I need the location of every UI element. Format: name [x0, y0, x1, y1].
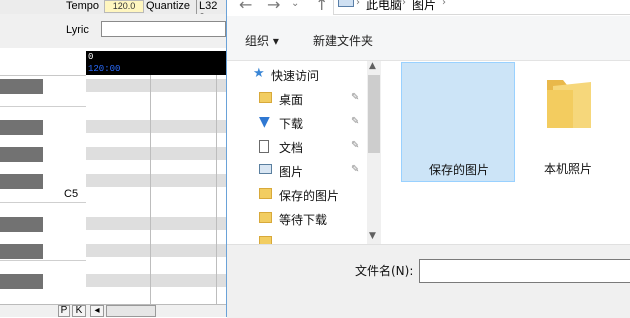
nav-item-label: 桌面 [279, 93, 304, 107]
nav-item-saved-pictures[interactable]: 保存的图片 [241, 184, 379, 206]
dialog-footer: 文件名(N): [227, 244, 630, 318]
nav-item-desktop[interactable]: 桌面 ✎ [241, 88, 379, 110]
black-key[interactable] [0, 244, 43, 259]
lyric-input[interactable] [101, 21, 226, 37]
pin-icon: ✎ [351, 140, 360, 151]
piano-roll-window: Tempo 120.0 Quantize L32 3 Lyric C5 0 12… [0, 0, 226, 317]
nav-pane-scrollbar[interactable]: ▲ ▼ [367, 61, 381, 244]
pin-icon: ✎ [351, 164, 360, 175]
nav-item-label: 保存的图片 [279, 189, 340, 203]
p-button[interactable]: P [58, 305, 70, 317]
lyric-label: Lyric [66, 24, 89, 36]
folder-icon [547, 80, 591, 128]
measure-number: 0 [88, 52, 94, 62]
tempo-marker: 120:00 [88, 64, 121, 74]
breadcrumb-separator-icon: › [356, 0, 360, 8]
k-button[interactable]: K [72, 305, 86, 317]
nav-item-label: 文档 [279, 141, 304, 155]
picture-icon [259, 164, 272, 174]
nav-item-downloads[interactable]: ▼ 下载 ✎ [241, 112, 379, 134]
filename-label: 文件名(N): [355, 264, 414, 278]
breadcrumb-separator-icon: › [442, 0, 446, 8]
note-label-c5: C5 [64, 188, 79, 200]
tempo-label: Tempo [66, 0, 100, 12]
download-icon: ▼ [259, 114, 270, 130]
back-arrow-icon[interactable]: ← [239, 0, 252, 14]
scroll-left-button[interactable]: ◂ [90, 305, 104, 317]
beat-line [150, 75, 151, 304]
nav-item-pending-downloads[interactable]: 等待下载 [241, 208, 379, 230]
grid-row-black [86, 120, 226, 133]
piano-bottom-bar: P K ◂ [0, 304, 226, 317]
nav-item-partial[interactable] [241, 232, 379, 244]
command-bar: 组织 ▾ 新建文件夹 [227, 16, 630, 61]
black-key[interactable] [0, 174, 43, 189]
document-icon [259, 140, 269, 153]
folder-icon [259, 236, 272, 244]
black-key[interactable] [0, 120, 43, 135]
nav-item-label: 图片 [279, 165, 304, 179]
key-divider [0, 106, 86, 107]
lyric-row: Lyric [0, 14, 226, 48]
folder-icon [259, 92, 272, 103]
nav-item-quick-access[interactable]: ★ 快速访问 [241, 64, 379, 86]
file-item-label: 保存的图片 [428, 163, 489, 177]
black-key[interactable] [0, 79, 43, 94]
organize-button[interactable]: 组织 ▾ [245, 32, 279, 49]
grid-row-black [86, 244, 226, 257]
beat-line [216, 75, 217, 304]
address-bar[interactable]: › 此电脑 › 图片 › [333, 0, 630, 15]
grid-row-black [86, 274, 226, 287]
piano-toolbar: Tempo 120.0 Quantize L32 3 [0, 0, 226, 24]
file-list: 保存的图片 本机照片 [383, 61, 630, 244]
grid-row-black [86, 79, 226, 92]
up-arrow-icon[interactable]: ↑ [315, 0, 328, 14]
file-item-label: 本机照片 [543, 162, 592, 176]
file-item-camera-roll[interactable]: 本机照片 [511, 62, 625, 182]
grid-row-black [86, 147, 226, 160]
key-divider [0, 202, 86, 203]
quantize-label: Quantize [146, 0, 191, 12]
nav-item-documents[interactable]: 文档 ✎ [241, 136, 379, 158]
breadcrumb-this-pc[interactable]: 此电脑 [366, 0, 402, 13]
folder-icon [259, 188, 272, 199]
nav-item-label: 等待下载 [279, 213, 328, 227]
pin-icon: ✎ [351, 116, 360, 127]
black-key[interactable] [0, 147, 43, 162]
file-item-saved-pictures[interactable]: 保存的图片 [401, 62, 515, 182]
nav-item-pictures[interactable]: 图片 ✎ [241, 160, 379, 182]
navigation-bar: ← → ⌄ ↑ › 此电脑 › 图片 › [227, 0, 630, 16]
keyboard-header [0, 48, 86, 76]
computer-icon [338, 0, 354, 7]
note-grid[interactable]: 0 120:00 [86, 48, 226, 304]
new-folder-button[interactable]: 新建文件夹 [313, 32, 373, 49]
navigation-pane: ★ 快速访问 桌面 ✎ ▼ 下载 ✎ 文档 ✎ 图片 ✎ 保存的图片 等待下载 [227, 61, 379, 244]
scroll-up-icon[interactable]: ▲ [369, 61, 376, 71]
filename-input[interactable] [419, 259, 630, 283]
folder-icon [259, 212, 272, 223]
horizontal-scrollbar[interactable] [106, 305, 156, 317]
file-dialog: ← → ⌄ ↑ › 此电脑 › 图片 › 组织 ▾ 新建文件夹 ★ 快速访问 桌… [226, 0, 630, 318]
black-key[interactable] [0, 274, 43, 289]
breadcrumb-pictures[interactable]: 图片 [412, 0, 436, 13]
key-divider [0, 260, 86, 261]
tempo-input[interactable]: 120.0 [104, 0, 144, 13]
black-key[interactable] [0, 217, 43, 232]
timeline-ruler: 0 120:00 [86, 51, 226, 75]
star-icon: ★ [253, 66, 265, 81]
piano-keyboard[interactable]: C5 [0, 48, 87, 304]
grid-row-black [86, 174, 226, 187]
recent-dropdown-icon[interactable]: ⌄ [291, 0, 299, 9]
pin-icon: ✎ [351, 92, 360, 103]
nav-item-label: 快速访问 [271, 69, 320, 83]
grid-row-black [86, 217, 226, 230]
scrollbar-thumb[interactable] [368, 75, 380, 153]
scroll-down-icon[interactable]: ▼ [369, 231, 376, 241]
breadcrumb-separator-icon: › [402, 0, 406, 8]
forward-arrow-icon[interactable]: → [267, 0, 280, 14]
nav-item-label: 下载 [279, 117, 304, 131]
